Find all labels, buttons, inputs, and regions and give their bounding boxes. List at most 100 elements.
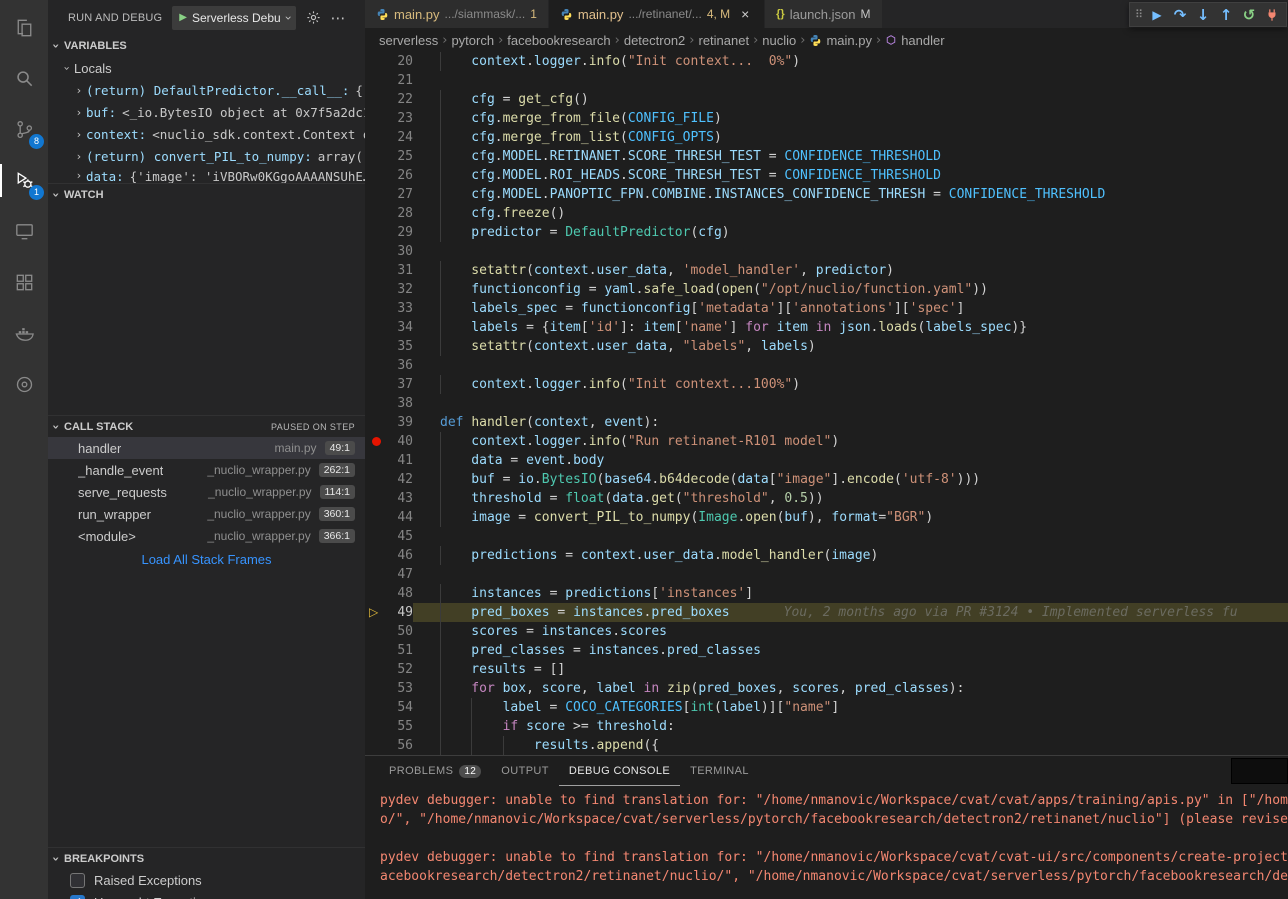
restart-icon[interactable]: ↺ xyxy=(1238,4,1260,26)
gutter[interactable] xyxy=(365,489,387,508)
code-line[interactable]: 31setattr(context.user_data, 'model_hand… xyxy=(365,261,1288,280)
editor-tab-3[interactable]: {}launch.jsonM xyxy=(765,0,882,28)
code-line[interactable]: 56results.append({ xyxy=(365,736,1288,755)
gutter[interactable] xyxy=(365,204,387,223)
gutter[interactable] xyxy=(365,128,387,147)
code-line[interactable]: 22cfg = get_cfg() xyxy=(365,90,1288,109)
debug-config-dropdown[interactable]: ▶ Serverless Debu › xyxy=(172,6,295,30)
variable-row[interactable]: ›context:<nuclio_sdk.context.Context obj… xyxy=(48,123,365,145)
gutter[interactable] xyxy=(365,337,387,356)
gutter[interactable] xyxy=(365,717,387,736)
console-filter-box[interactable] xyxy=(1231,758,1288,784)
gutter[interactable] xyxy=(365,565,387,584)
breakpoint-row[interactable]: ✓Uncaught Exceptions xyxy=(48,891,365,899)
code-line[interactable]: 54label = COCO_CATEGORIES[int(label)]["n… xyxy=(365,698,1288,717)
code-line[interactable]: 46predictions = context.user_data.model_… xyxy=(365,546,1288,565)
activity-item-circle-tool[interactable] xyxy=(0,361,48,408)
gutter[interactable] xyxy=(365,242,387,261)
gutter[interactable] xyxy=(365,52,387,71)
code-line[interactable]: 23cfg.merge_from_file(CONFIG_FILE) xyxy=(365,109,1288,128)
gutter[interactable] xyxy=(365,71,387,90)
activity-item-search[interactable] xyxy=(0,55,48,102)
breakpoint-checkbox[interactable]: ✓ xyxy=(70,895,85,899)
gutter[interactable] xyxy=(365,261,387,280)
breadcrumb-pytorch[interactable]: pytorch xyxy=(451,33,494,48)
step-into-icon[interactable]: ↓ xyxy=(1192,4,1214,26)
gutter[interactable] xyxy=(365,318,387,337)
variable-row[interactable]: ›buf:<_io.BytesIO object at 0x7f5a2dc1ec… xyxy=(48,101,365,123)
code-line[interactable]: 25cfg.MODEL.RETINANET.SCORE_THRESH_TEST … xyxy=(365,147,1288,166)
continue-icon[interactable]: ▶ xyxy=(1146,4,1168,26)
code-line[interactable]: 32functionconfig = yaml.safe_load(open("… xyxy=(365,280,1288,299)
code-line[interactable]: 20context.logger.info("Init context... 0… xyxy=(365,52,1288,71)
call-stack-frame[interactable]: serve_requests_nuclio_wrapper.py114:1 xyxy=(48,481,365,503)
breadcrumb-detectron2[interactable]: detectron2 xyxy=(624,33,685,48)
code-line[interactable]: 24cfg.merge_from_list(CONFIG_OPTS) xyxy=(365,128,1288,147)
gutter[interactable] xyxy=(365,280,387,299)
code-line[interactable]: 37context.logger.info("Init context...10… xyxy=(365,375,1288,394)
step-out-icon[interactable]: ↑ xyxy=(1215,4,1237,26)
code-line[interactable]: 39def handler(context, event): xyxy=(365,413,1288,432)
code-line[interactable]: 36 xyxy=(365,356,1288,375)
gutter[interactable] xyxy=(365,223,387,242)
gutter[interactable] xyxy=(365,375,387,394)
gutter[interactable] xyxy=(365,432,387,451)
panel-tab-problems[interactable]: PROBLEMS12 xyxy=(379,756,491,786)
gutter[interactable] xyxy=(365,394,387,413)
editor-tab-2[interactable]: main.py.../retinanet/...4, M× xyxy=(549,0,765,28)
gutter[interactable] xyxy=(365,508,387,527)
breadcrumb-facebookresearch[interactable]: facebookresearch xyxy=(507,33,610,48)
code-line[interactable]: 50scores = instances.scores xyxy=(365,622,1288,641)
gutter[interactable] xyxy=(365,641,387,660)
close-tab-icon[interactable]: × xyxy=(737,6,753,22)
variable-row[interactable]: ›(return) convert_PIL_to_numpy:array([[[… xyxy=(48,145,365,167)
code-line[interactable]: 27cfg.MODEL.PANOPTIC_FPN.COMBINE.INSTANC… xyxy=(365,185,1288,204)
gutter[interactable] xyxy=(365,299,387,318)
code-line[interactable]: 43threshold = float(data.get("threshold"… xyxy=(365,489,1288,508)
gutter[interactable] xyxy=(365,413,387,432)
call-stack-section-header[interactable]: › CALL STACK PAUSED ON STEP xyxy=(48,415,365,437)
code-line[interactable]: 21 xyxy=(365,71,1288,90)
breadcrumb-handler[interactable]: handler xyxy=(885,33,944,48)
code-line[interactable]: 33labels_spec = functionconfig['metadata… xyxy=(365,299,1288,318)
code-line[interactable]: 26cfg.MODEL.ROI_HEADS.SCORE_THRESH_TEST … xyxy=(365,166,1288,185)
code-line[interactable]: 35setattr(context.user_data, "labels", l… xyxy=(365,337,1288,356)
code-line[interactable]: 30 xyxy=(365,242,1288,261)
watch-section-header[interactable]: › WATCH xyxy=(48,183,365,205)
editor-tab-1[interactable]: main.py.../siammask/...1 xyxy=(365,0,549,28)
gutter[interactable] xyxy=(365,584,387,603)
gutter[interactable] xyxy=(365,546,387,565)
code-line[interactable]: 42buf = io.BytesIO(base64.b64decode(data… xyxy=(365,470,1288,489)
code-line[interactable]: 40context.logger.info("Run retinanet-R10… xyxy=(365,432,1288,451)
code-line[interactable]: ▷49pred_boxes = instances.pred_boxesYou,… xyxy=(365,603,1288,622)
gutter[interactable] xyxy=(365,90,387,109)
activity-item-remote-explorer[interactable] xyxy=(0,208,48,255)
breakpoint-icon[interactable] xyxy=(372,437,381,446)
code-line[interactable]: 51pred_classes = instances.pred_classes xyxy=(365,641,1288,660)
call-stack-frame[interactable]: run_wrapper_nuclio_wrapper.py360:1 xyxy=(48,503,365,525)
code-line[interactable]: 55if score >= threshold: xyxy=(365,717,1288,736)
gutter[interactable] xyxy=(365,660,387,679)
gutter[interactable] xyxy=(365,109,387,128)
breadcrumb-nuclio[interactable]: nuclio xyxy=(762,33,796,48)
load-all-stack-frames-link[interactable]: Load All Stack Frames xyxy=(48,547,365,571)
activity-item-extensions[interactable] xyxy=(0,259,48,306)
code-line[interactable]: 53for box, score, label in zip(pred_boxe… xyxy=(365,679,1288,698)
breadcrumb-retinanet[interactable]: retinanet xyxy=(698,33,749,48)
more-actions-icon[interactable]: ⋯ xyxy=(331,9,347,27)
gutter[interactable] xyxy=(365,147,387,166)
activity-item-explorer[interactable] xyxy=(0,4,48,51)
gutter[interactable] xyxy=(365,698,387,717)
code-line[interactable]: 48instances = predictions['instances'] xyxy=(365,584,1288,603)
gutter[interactable] xyxy=(365,185,387,204)
code-line[interactable]: 52results = [] xyxy=(365,660,1288,679)
breakpoint-row[interactable]: Raised Exceptions xyxy=(48,869,365,891)
gutter[interactable]: ▷ xyxy=(365,603,387,622)
code-line[interactable]: 41data = event.body xyxy=(365,451,1288,470)
code-line[interactable]: 38 xyxy=(365,394,1288,413)
locals-scope[interactable]: › Locals xyxy=(48,57,365,79)
panel-tab-terminal[interactable]: TERMINAL xyxy=(680,756,759,786)
gutter[interactable] xyxy=(365,736,387,755)
code-line[interactable]: 45 xyxy=(365,527,1288,546)
gutter[interactable] xyxy=(365,451,387,470)
